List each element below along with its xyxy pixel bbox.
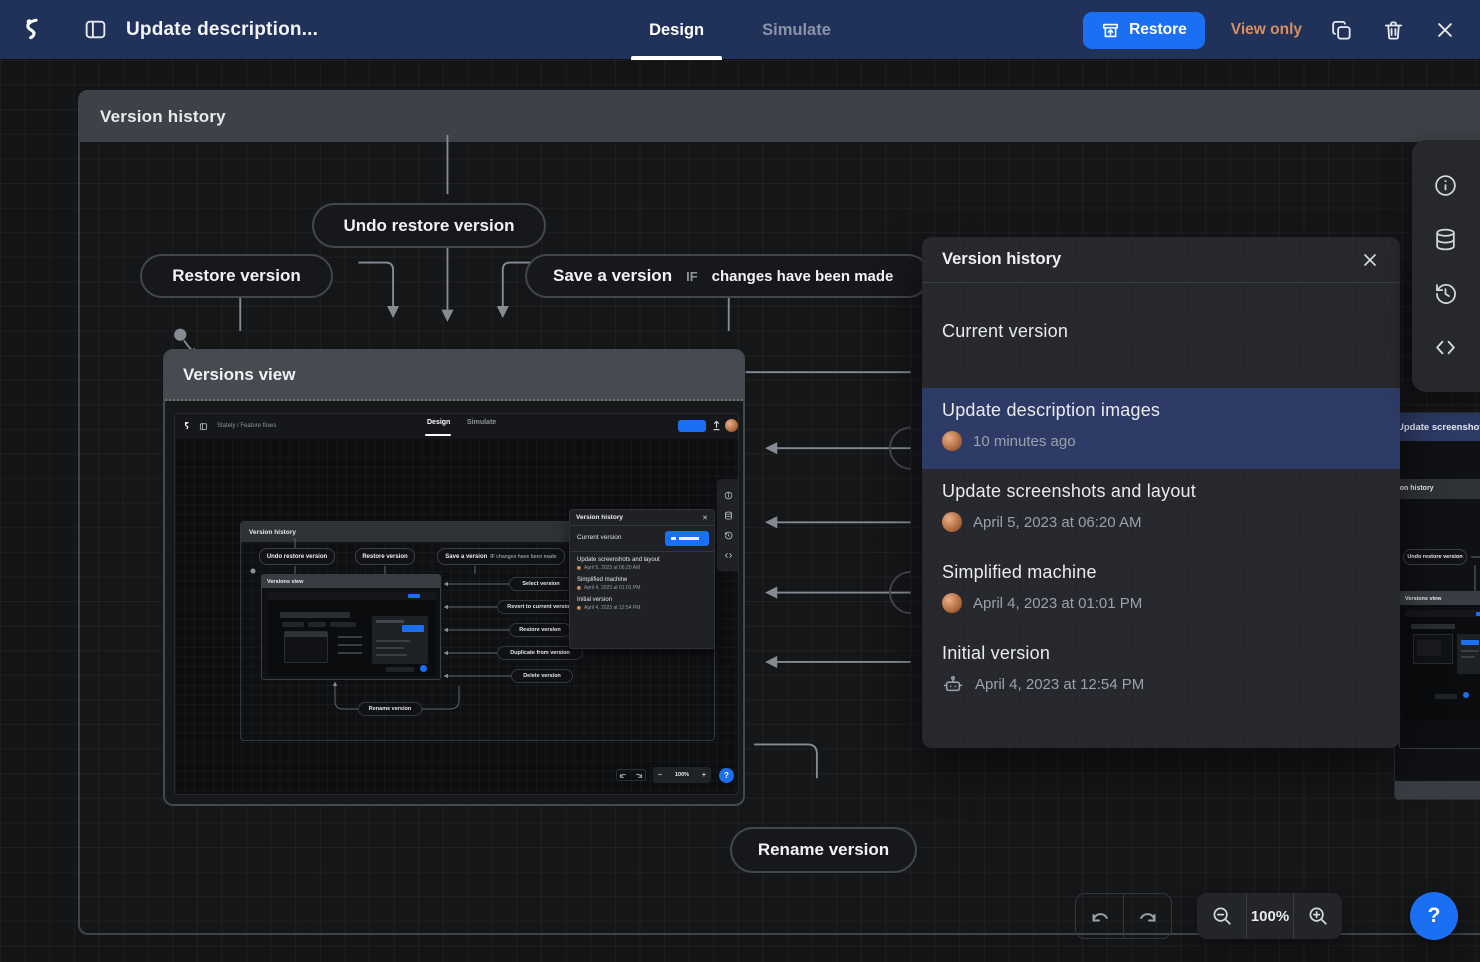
inner-restore-button bbox=[665, 531, 709, 546]
version-history-panel-header: Version history bbox=[922, 237, 1400, 283]
zoom-in-button[interactable] bbox=[1293, 893, 1341, 939]
node-restore-version[interactable]: Restore version bbox=[140, 254, 333, 298]
inner-label-delete: Delete version bbox=[511, 669, 573, 683]
history-icon[interactable] bbox=[1432, 280, 1458, 306]
preview-machine-header: Version history bbox=[1399, 479, 1480, 499]
tab-design[interactable]: Design bbox=[649, 0, 704, 60]
inner-undo-redo bbox=[616, 769, 646, 781]
restore-icon bbox=[1101, 21, 1120, 40]
active-tab-underline bbox=[631, 56, 722, 60]
data-icon[interactable] bbox=[1432, 226, 1458, 252]
guard-keyword: IF bbox=[686, 269, 698, 284]
inner-blue-button bbox=[678, 420, 706, 432]
inner-node-undo-restore: Undo restore version bbox=[259, 548, 335, 565]
version-row[interactable]: Simplified machine April 4, 2023 at 01:0… bbox=[922, 550, 1400, 631]
version-preview-card[interactable]: Update screenshots and... Version histor… bbox=[1394, 412, 1480, 800]
preview-versions-view: Versions view bbox=[1399, 591, 1480, 749]
inner-node-rename: Rename version bbox=[358, 702, 422, 716]
inner-node-restore: Restore version bbox=[355, 548, 415, 565]
avatar bbox=[942, 593, 962, 613]
node-undo-restore-version[interactable]: Undo restore version bbox=[312, 203, 546, 248]
inner-panel-item: Initial version April 4, 2023 at 12:54 P… bbox=[570, 591, 714, 611]
sidebar-toggle-icon[interactable] bbox=[82, 17, 108, 43]
topbar: Update description... Design Simulate Re… bbox=[0, 0, 1480, 60]
inner-sidebar-icon bbox=[199, 422, 208, 431]
state-versions-view[interactable]: Versions view Stately / Feature flows De… bbox=[163, 349, 745, 806]
avatar bbox=[942, 512, 962, 532]
avatar bbox=[942, 431, 962, 451]
view-only-badge: View only bbox=[1231, 21, 1302, 39]
inner-label-restore-version: Restore version bbox=[509, 623, 571, 637]
inner-label-select-version: Select version bbox=[509, 577, 573, 591]
panel-close-icon[interactable] bbox=[1360, 250, 1380, 270]
preview-node: Undo restore version bbox=[1403, 549, 1467, 565]
node-rename-version[interactable]: Rename version bbox=[730, 827, 917, 873]
machine-container-header[interactable]: Version history bbox=[80, 92, 1480, 142]
version-history-panel: Version history Current version Update d… bbox=[922, 237, 1400, 748]
preview-title: Update screenshots and... bbox=[1395, 413, 1480, 441]
inner-export-icon bbox=[712, 420, 721, 431]
inner-breadcrumb: Stately / Feature flows bbox=[217, 423, 276, 429]
restore-button[interactable]: Restore bbox=[1083, 12, 1205, 49]
inner-panel-item: Update screenshots and layout April 5, 2… bbox=[570, 552, 714, 571]
tab-simulate[interactable]: Simulate bbox=[762, 0, 831, 60]
version-row-selected[interactable]: Update description images 10 minutes ago bbox=[922, 388, 1400, 469]
nested-screenshot bbox=[268, 592, 436, 676]
zoom-out-button[interactable] bbox=[1197, 893, 1246, 939]
redo-button[interactable] bbox=[1123, 894, 1171, 938]
code-icon[interactable] bbox=[1432, 334, 1458, 360]
inner-panel-close-icon: ✕ bbox=[702, 514, 708, 522]
info-icon[interactable] bbox=[1432, 172, 1458, 198]
undo-redo-group bbox=[1075, 893, 1172, 939]
version-row[interactable]: Initial version April 4, 2023 at 12:54 P… bbox=[922, 631, 1400, 712]
inner-node-save: Save a version IF changes have been made bbox=[437, 548, 565, 565]
inner-canvas: Version history bbox=[175, 438, 739, 795]
stately-logo-icon[interactable] bbox=[18, 16, 46, 44]
trash-icon[interactable] bbox=[1380, 17, 1406, 43]
versions-view-header[interactable]: Versions view bbox=[165, 351, 743, 401]
close-icon[interactable] bbox=[1432, 17, 1458, 43]
canvas[interactable]: Version history bbox=[0, 60, 1480, 962]
inner-help-button: ? bbox=[719, 768, 734, 783]
version-row-current[interactable]: Current version bbox=[922, 283, 1400, 388]
inner-tab-design: Design bbox=[427, 419, 450, 426]
inner-version-panel: Version history ✕ Current version Update… bbox=[569, 509, 715, 649]
inner-right-toolbar bbox=[717, 479, 739, 571]
guard-condition: changes have been made bbox=[712, 268, 894, 285]
version-row[interactable]: Update screenshots and layout April 5, 2… bbox=[922, 469, 1400, 550]
panel-title: Version history bbox=[942, 250, 1061, 269]
preview-footer bbox=[1395, 781, 1480, 800]
help-button[interactable]: ? bbox=[1410, 892, 1458, 940]
undo-button[interactable] bbox=[1076, 894, 1123, 938]
inner-tab-simulate: Simulate bbox=[467, 419, 496, 426]
versions-view-screenshot: Stately / Feature flows Design Simulate … bbox=[174, 413, 739, 795]
inner-stately-logo-icon bbox=[182, 421, 192, 431]
right-toolbar bbox=[1412, 140, 1480, 392]
robot-icon bbox=[942, 674, 964, 694]
inner-versions-view: Versions view bbox=[261, 574, 441, 680]
inner-panel-item: Simplified machine April 4, 2023 at 01:0… bbox=[570, 571, 714, 591]
zoom-controls: 100% bbox=[1197, 893, 1342, 939]
machine-title: Update description... bbox=[126, 19, 318, 41]
topbar-actions: Restore View only bbox=[1083, 0, 1480, 60]
inner-zoom-controls: − 100% + bbox=[653, 767, 711, 783]
zoom-level: 100% bbox=[1246, 893, 1293, 939]
inner-avatar bbox=[725, 419, 738, 432]
node-save-a-version[interactable]: Save a version IF changes have been made bbox=[525, 254, 930, 298]
duplicate-icon[interactable] bbox=[1328, 17, 1354, 43]
inner-topbar: Stately / Feature flows Design Simulate bbox=[175, 414, 739, 438]
